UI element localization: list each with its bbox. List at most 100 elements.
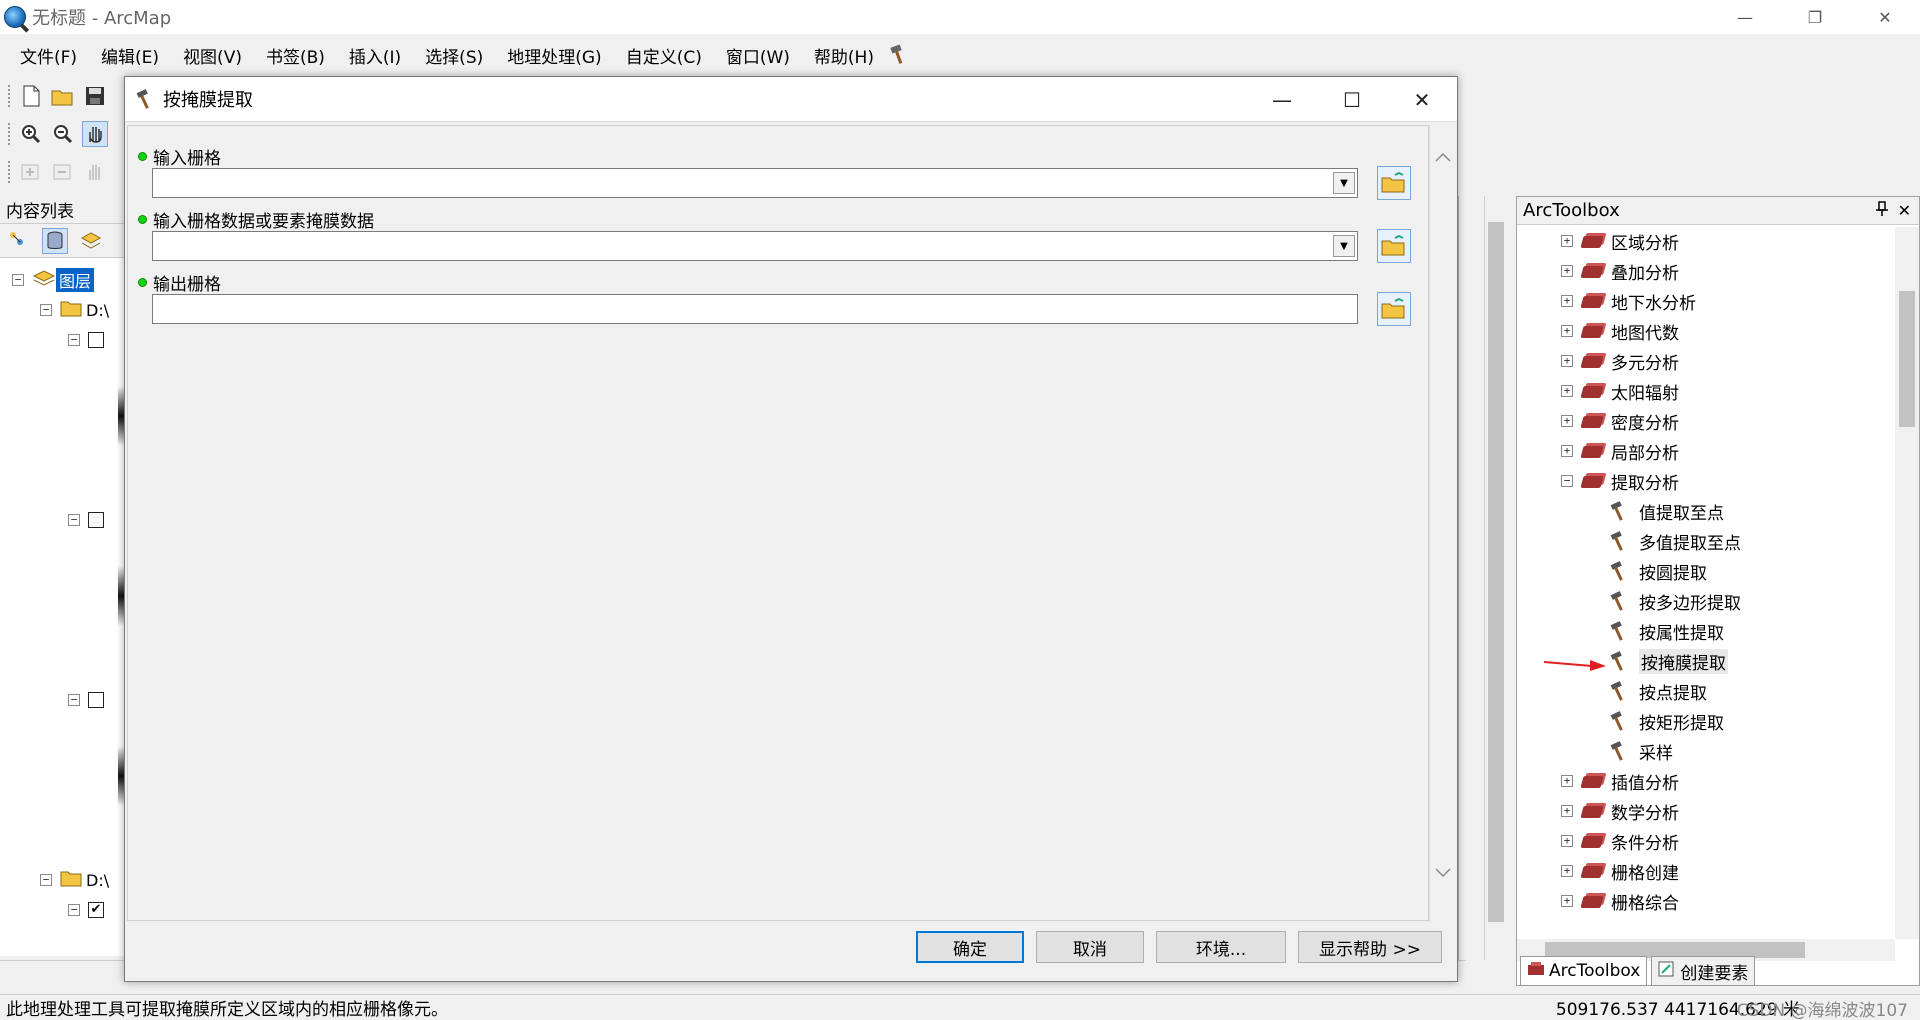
toolset-overlay[interactable]: + 叠加分析 [1561,257,1679,285]
expand-icon[interactable]: + [1561,775,1573,787]
collapse-icon[interactable]: − [68,694,80,706]
toolset-density[interactable]: + 密度分析 [1561,407,1679,435]
new-document-icon[interactable] [18,83,44,109]
expand-icon[interactable]: + [1561,415,1573,427]
dialog-vertical-scrollbar[interactable] [1429,125,1455,921]
menu-geoprocessing[interactable]: 地理处理(G) [495,43,613,68]
toc-layer-1[interactable]: − [68,328,104,352]
expand-icon[interactable]: + [1561,865,1573,877]
expand-icon[interactable]: + [1561,835,1573,847]
toolbar-grip[interactable] [8,123,12,145]
expand-icon[interactable]: + [1561,295,1573,307]
dropdown-arrow-icon[interactable]: ▼ [1333,235,1355,257]
layer-visibility-checkbox-checked[interactable]: ✔ [88,902,104,918]
toolset-extraction[interactable]: − 提取分析 [1561,467,1679,495]
expand-icon[interactable]: + [1561,235,1573,247]
tool-extract-by-circle[interactable]: 按圆提取 [1609,557,1707,585]
toc-layer-4[interactable]: − ✔ [68,898,104,922]
toc-layer-3[interactable]: − [68,688,104,712]
output-raster-browse-button[interactable] [1377,292,1411,326]
dialog-close-button[interactable]: ✕ [1387,77,1457,122]
map-vertical-scrollbar[interactable] [1484,196,1506,960]
show-help-button[interactable]: 显示帮助 >> [1298,931,1442,963]
scrollbar-thumb[interactable] [1899,291,1915,427]
collapse-icon[interactable]: − [68,334,80,346]
list-by-visibility-icon[interactable] [78,228,104,254]
toolset-math[interactable]: + 数学分析 [1561,797,1679,825]
tool-extract-by-rectangle[interactable]: 按矩形提取 [1609,707,1724,735]
expand-icon[interactable]: + [1561,895,1573,907]
expand-icon[interactable]: + [1561,445,1573,457]
toolset-interpolation[interactable]: + 插值分析 [1561,767,1679,795]
toolset-conditional[interactable]: + 条件分析 [1561,827,1679,855]
cancel-button[interactable]: 取消 [1036,931,1144,963]
menu-insert[interactable]: 插入(I) [337,43,413,68]
toolset-multivariate[interactable]: + 多元分析 [1561,347,1679,375]
expand-icon[interactable]: + [1561,265,1573,277]
save-icon[interactable] [82,83,108,109]
environments-button[interactable]: 环境... [1156,931,1286,963]
toolset-raster-creation[interactable]: + 栅格创建 [1561,857,1679,885]
zoom-out-icon[interactable] [50,121,76,147]
collapse-icon[interactable]: − [12,274,24,286]
collapse-icon[interactable]: − [40,874,52,886]
output-raster-input[interactable] [152,294,1358,324]
fixed-zoom-out-icon[interactable] [50,159,76,185]
tool-extract-multi-values[interactable]: 多值提取至点 [1609,527,1741,555]
tool-sample[interactable]: 采样 [1609,737,1673,765]
scroll-down-icon[interactable] [1432,865,1454,881]
menu-selection[interactable]: 选择(S) [413,43,495,68]
list-by-drawing-order-icon[interactable] [6,228,32,254]
expand-icon[interactable]: + [1561,325,1573,337]
mask-data-combo[interactable]: ▼ [152,231,1358,261]
toc-folder-2[interactable]: − D:\ [40,868,109,892]
input-raster-combo[interactable]: ▼ [152,168,1358,198]
toc-layer-2[interactable]: − [68,508,104,532]
layer-visibility-checkbox[interactable] [88,332,104,348]
tab-arctoolbox[interactable]: ArcToolbox [1520,956,1648,986]
hammer-icon[interactable] [886,42,912,68]
tool-extract-by-points[interactable]: 按点提取 [1609,677,1707,705]
data-frame-label[interactable]: 图层 [56,268,95,292]
tool-extract-by-polygon[interactable]: 按多边形提取 [1609,587,1741,615]
toc-folder-1[interactable]: − D:\ [40,298,109,322]
toolset-zonal[interactable]: + 区域分析 [1561,227,1679,255]
expand-icon[interactable]: + [1561,355,1573,367]
zoom-in-icon[interactable] [18,121,44,147]
toolset-map-algebra[interactable]: + 地图代数 [1561,317,1679,345]
collapse-icon[interactable]: − [1561,475,1573,487]
toolset-local[interactable]: + 局部分析 [1561,437,1679,465]
toolbar-grip[interactable] [8,161,12,183]
menu-windows[interactable]: 窗口(W) [714,43,802,68]
tool-extract-by-attributes[interactable]: 按属性提取 [1609,617,1724,645]
collapse-icon[interactable]: − [68,514,80,526]
input-raster-browse-button[interactable] [1377,166,1411,200]
menu-customize[interactable]: 自定义(C) [614,43,714,68]
toolset-generalization[interactable]: + 栅格综合 [1561,887,1679,915]
menu-file[interactable]: 文件(F) [8,43,89,68]
expand-icon[interactable]: + [1561,805,1573,817]
tool-extract-values-to-points[interactable]: 值提取至点 [1609,497,1724,525]
scrollbar-thumb[interactable] [1488,222,1504,922]
toolset-groundwater[interactable]: + 地下水分析 [1561,287,1696,315]
toc-root-layer[interactable]: − 图层 [12,268,95,292]
toolbar-grip[interactable] [8,85,12,107]
close-button[interactable]: ✕ [1850,0,1920,34]
collapse-icon[interactable]: − [40,304,52,316]
open-folder-icon[interactable] [50,83,76,109]
dialog-minimize-button[interactable]: — [1247,77,1317,122]
dialog-maximize-button[interactable]: ☐ [1317,77,1387,122]
list-by-source-icon[interactable] [42,227,68,254]
menu-view[interactable]: 视图(V) [171,43,254,68]
expand-icon[interactable]: + [1561,385,1573,397]
tab-create-features[interactable]: 创建要素 [1651,956,1756,986]
layer-visibility-checkbox[interactable] [88,692,104,708]
close-panel-button[interactable]: ✕ [1898,201,1911,220]
toolset-solar-radiation[interactable]: + 太阳辐射 [1561,377,1679,405]
menu-bookmarks[interactable]: 书签(B) [254,43,337,68]
minimize-button[interactable]: — [1710,0,1780,34]
collapse-icon[interactable]: − [68,904,80,916]
pin-icon[interactable] [1875,201,1889,221]
grab-hand-icon[interactable] [82,159,108,185]
tool-extract-by-mask[interactable]: 按掩膜提取 [1609,647,1728,675]
